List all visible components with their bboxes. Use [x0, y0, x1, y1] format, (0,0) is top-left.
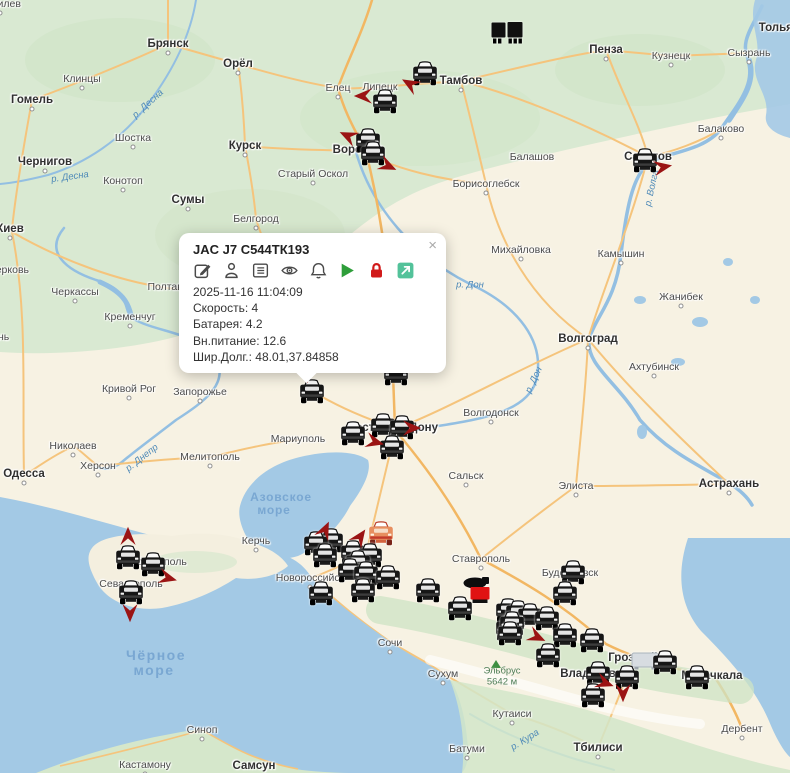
close-icon[interactable]: × [428, 238, 437, 253]
vehicle-marker-car[interactable] [370, 89, 400, 114]
popup-title: JAC J7 С544ТК193 [193, 242, 432, 257]
vehicles-layer [0, 0, 790, 773]
vehicle-marker-car[interactable] [578, 683, 608, 708]
vehicle-marker-car[interactable] [306, 581, 336, 606]
vehicle-marker-car[interactable] [445, 596, 475, 621]
vehicle-marker-car[interactable] [682, 665, 712, 690]
details-icon[interactable] [251, 261, 270, 280]
vehicle-popup: × JAC J7 С544ТК193 [179, 233, 446, 373]
vehicle-marker-car[interactable] [338, 421, 368, 446]
popup-power: Вн.питание: 12.6 [193, 333, 432, 349]
edit-icon[interactable] [193, 261, 212, 280]
bell-icon[interactable] [309, 261, 328, 280]
vehicle-marker-car[interactable] [377, 435, 407, 460]
vehicle-marker-car[interactable] [297, 379, 327, 404]
popup-coords: Шир.Долг.: 48.01,37.84858 [193, 349, 432, 365]
eye-icon[interactable] [280, 261, 299, 280]
vehicle-marker-car[interactable] [358, 141, 388, 166]
popup-speed: Скорость: 4 [193, 300, 432, 316]
vehicle-marker-car[interactable] [410, 61, 440, 86]
popup-battery: Батарея: 4.2 [193, 316, 432, 332]
vehicle-marker-car[interactable] [612, 665, 642, 690]
popup-datetime: 2025-11-16 11:04:09 [193, 284, 432, 300]
vehicle-marker-car[interactable] [650, 650, 680, 675]
popup-toolbar [193, 261, 432, 280]
vehicle-marker-car[interactable] [630, 148, 660, 173]
vehicle-marker-car[interactable] [138, 552, 168, 577]
external-link-icon[interactable] [396, 261, 415, 280]
vehicle-marker-car[interactable] [348, 578, 378, 603]
map-canvas[interactable]: МогилевБрянскОрёлКлинцыГомельШосткаКурск… [0, 0, 790, 773]
vehicle-marker-car[interactable] [413, 578, 443, 603]
vehicle-marker-car[interactable] [550, 581, 580, 606]
play-icon[interactable] [338, 261, 357, 280]
lock-icon[interactable] [367, 261, 386, 280]
vehicle-marker-car[interactable] [577, 628, 607, 653]
vehicle-marker-car[interactable] [495, 621, 525, 646]
vehicle-marker-truck[interactable] [490, 19, 524, 45]
vehicle-marker-car[interactable] [533, 643, 563, 668]
driver-icon[interactable] [222, 261, 241, 280]
vehicle-marker-car[interactable] [116, 580, 146, 605]
